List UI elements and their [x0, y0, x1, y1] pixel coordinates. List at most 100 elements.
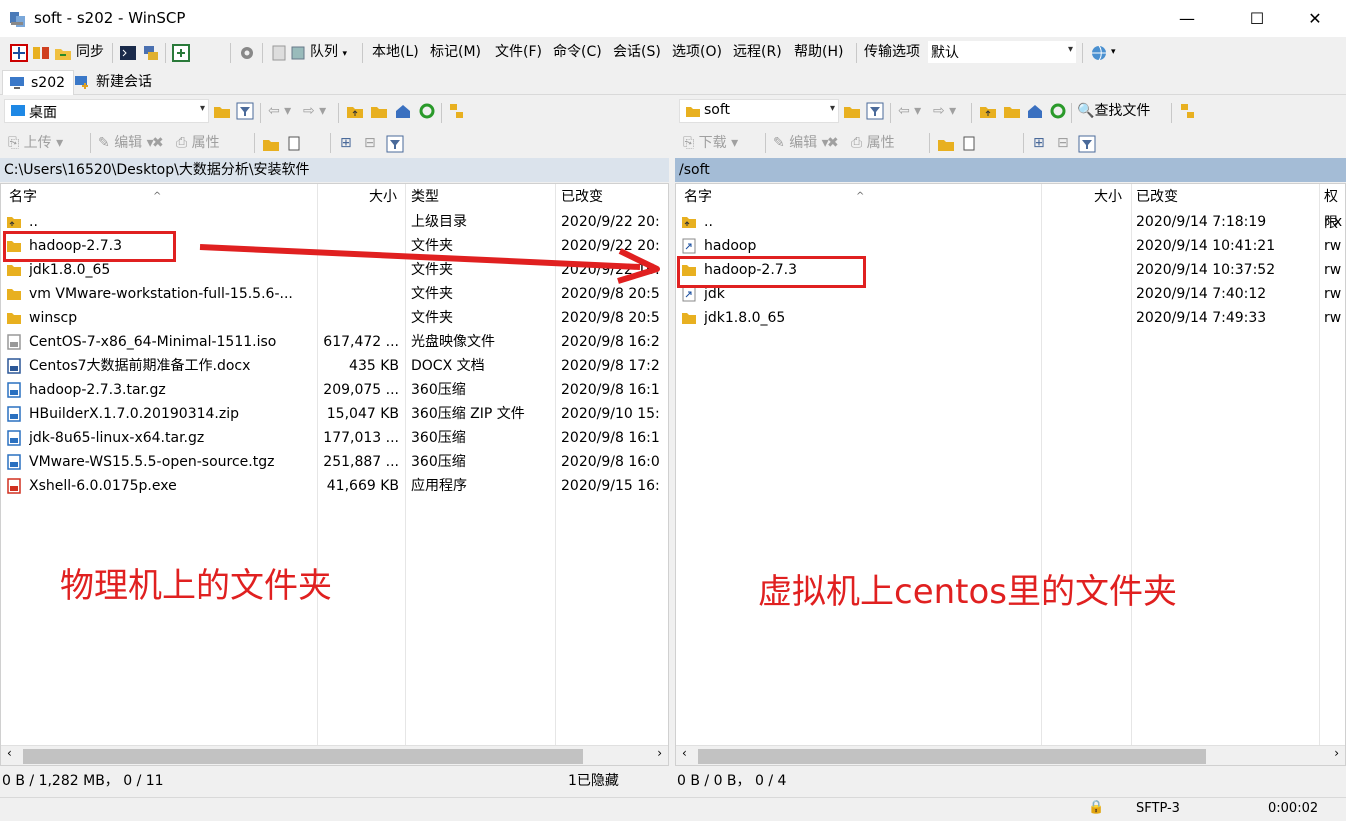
queue-icon[interactable] — [290, 44, 308, 62]
edit-button[interactable]: ✎ 编辑 ▾ — [98, 132, 154, 154]
remote-horizontal-scrollbar[interactable]: ‹ › — [676, 745, 1345, 765]
properties-button[interactable]: ⎙ 属性 — [851, 132, 895, 154]
new-folder-icon[interactable] — [262, 135, 280, 153]
select-all-icon[interactable]: ⊞ — [1033, 132, 1045, 154]
transfer-settings-label: 传输选项 — [864, 44, 920, 60]
scroll-left-icon[interactable]: ‹ — [682, 746, 687, 760]
remote-location-select[interactable]: soft ▾ — [679, 99, 839, 123]
column-header-name[interactable]: 名字 — [9, 184, 37, 210]
menu-session[interactable]: 会话(S) — [613, 41, 661, 63]
file-row[interactable]: Xshell-6.0.0175p.exe 41,669 KB 应用程序 2020/9/… — [1, 474, 668, 498]
edit-button[interactable]: ✎ 编辑 ▾ — [773, 132, 829, 154]
column-header-name[interactable]: 名字 — [684, 184, 712, 210]
local-horizontal-scrollbar[interactable]: ‹ › — [1, 745, 668, 765]
column-header-changed[interactable]: 已改变 — [1136, 184, 1178, 210]
forward-button[interactable]: ⇨ ▾ — [303, 100, 326, 122]
refresh-icon[interactable] — [418, 102, 436, 120]
open-folder-icon[interactable] — [843, 102, 861, 120]
column-header-size[interactable]: 大小 — [369, 184, 397, 210]
delete-icon[interactable]: ✖ — [827, 132, 839, 154]
tab-s202[interactable]: s202 — [2, 70, 75, 95]
file-row[interactable]: winscp 文件夹 2020/9/8 20:5 — [1, 306, 668, 330]
column-header-type[interactable]: 类型 — [411, 184, 439, 210]
refresh-icon[interactable] — [1049, 102, 1067, 120]
file-row[interactable]: VMware-WS15.5.5-open-source.tgz 251,887 .… — [1, 450, 668, 474]
home-icon[interactable] — [394, 102, 412, 120]
tree-toggle-icon[interactable] — [448, 102, 466, 120]
column-header-size[interactable]: 大小 — [1094, 184, 1122, 210]
remote-path-bar: /soft — [675, 158, 1346, 182]
file-row[interactable]: jdk1.8.0_65 2020/9/14 7:49:33 rw — [676, 306, 1345, 330]
menu-files[interactable]: 文件(F) — [495, 41, 542, 63]
new-session-icon[interactable] — [10, 44, 28, 62]
scroll-right-icon[interactable]: › — [657, 746, 662, 760]
new-file-icon[interactable] — [286, 135, 304, 153]
compare-directories-icon[interactable] — [32, 44, 50, 62]
file-changed: 2020/9/8 16:0 — [561, 454, 660, 470]
maximize-button[interactable]: ☐ — [1234, 0, 1280, 37]
transfer-queue-icon[interactable] — [172, 44, 190, 62]
forward-button[interactable]: ⇨ ▾ — [933, 100, 956, 122]
preferences-gear-icon[interactable] — [238, 44, 256, 62]
file-row[interactable]: HBuilderX.1.7.0.20190314.zip 15,047 KB 360… — [1, 402, 668, 426]
file-row[interactable]: .. 2020/9/14 7:18:19 r-x — [676, 210, 1345, 234]
console-icon[interactable] — [119, 44, 137, 62]
file-row[interactable]: CentOS-7-x86_64-Minimal-1511.iso 617,472 … — [1, 330, 668, 354]
file-row[interactable]: Centos7大数据前期准备工作.docx 435 KB DOCX 文档 2020/9… — [1, 354, 668, 378]
scroll-right-icon[interactable]: › — [1334, 746, 1339, 760]
root-directory-icon[interactable] — [1003, 102, 1021, 120]
file-changed: 2020/9/14 7:40:12 — [1136, 286, 1267, 302]
menu-options[interactable]: 选项(O) — [672, 41, 722, 63]
filter-icon[interactable] — [386, 135, 404, 153]
globe-icon[interactable] — [1090, 44, 1108, 62]
select-all-icon[interactable]: ⊞ — [340, 132, 352, 154]
column-header-changed[interactable]: 已改变 — [561, 184, 603, 210]
scroll-left-icon[interactable]: ‹ — [7, 746, 12, 760]
back-button[interactable]: ⇦ ▾ — [268, 100, 291, 122]
queue-dropdown[interactable]: 队列 ▾ — [310, 41, 347, 63]
transfer-settings-select[interactable]: 默认 ▾ — [928, 41, 1076, 63]
tree-toggle-icon[interactable] — [1179, 102, 1197, 120]
status-bar: 🔒 SFTP-3 0:00:02 — [0, 797, 1346, 821]
synchronize-icon[interactable] — [54, 44, 72, 62]
parent-directory-icon[interactable] — [979, 102, 997, 120]
queue-list-icon[interactable] — [270, 44, 288, 62]
menu-local[interactable]: 本地(L) — [372, 41, 419, 63]
filter-icon[interactable] — [236, 102, 254, 120]
menu-mark[interactable]: 标记(M) — [430, 41, 481, 63]
menu-remote[interactable]: 远程(R) — [733, 41, 782, 63]
column-header-rights[interactable]: 权限 — [1324, 184, 1345, 231]
root-directory-icon[interactable] — [370, 102, 388, 120]
properties-button[interactable]: ⎙ 属性 — [176, 132, 220, 154]
file-row[interactable]: hadoop-2.7.3.tar.gz 209,075 ... 360压缩 2020/… — [1, 378, 668, 402]
menu-commands[interactable]: 命令(C) — [553, 41, 602, 63]
download-button[interactable]: ⎘ 下载 ▾ — [683, 132, 738, 154]
unselect-icon[interactable]: ⊟ — [1057, 132, 1069, 154]
filter-icon[interactable] — [866, 102, 884, 120]
close-button[interactable]: ✕ — [1292, 0, 1338, 37]
open-folder-icon[interactable] — [213, 102, 231, 120]
unselect-icon[interactable]: ⊟ — [364, 132, 376, 154]
home-icon[interactable] — [1026, 102, 1044, 120]
minimize-button[interactable]: — — [1164, 0, 1210, 37]
filter-icon[interactable] — [1078, 135, 1096, 153]
menu-help[interactable]: 帮助(H) — [794, 41, 843, 63]
file-row[interactable]: jdk-8u65-linux-x64.tar.gz 177,013 ... 360压… — [1, 426, 668, 450]
parent-directory-icon[interactable] — [346, 102, 364, 120]
file-row[interactable]: hadoop 2020/9/14 10:41:21 rw — [676, 234, 1345, 258]
upload-button[interactable]: ⎘ 上传 ▾ — [8, 132, 63, 154]
file-changed: 2020/9/14 10:37:52 — [1136, 262, 1276, 278]
synchronize-button[interactable]: 同步 — [76, 41, 104, 63]
scrollbar-thumb[interactable] — [698, 749, 1206, 764]
scrollbar-thumb[interactable] — [23, 749, 583, 764]
new-folder-icon[interactable] — [937, 135, 955, 153]
file-row[interactable]: vm VMware-workstation-full-15.5.6-... 文件夹… — [1, 282, 668, 306]
find-files-button[interactable]: 🔍查找文件 — [1077, 100, 1150, 122]
putty-icon[interactable] — [142, 44, 160, 62]
back-button[interactable]: ⇦ ▾ — [898, 100, 921, 122]
delete-icon[interactable]: ✖ — [152, 132, 164, 154]
new-file-icon[interactable] — [961, 135, 979, 153]
local-location-select[interactable]: 桌面 ▾ — [4, 99, 209, 123]
tab-new-session[interactable]: 新建会话 — [68, 70, 160, 95]
chevron-down-icon[interactable]: ▾ — [1111, 41, 1116, 63]
